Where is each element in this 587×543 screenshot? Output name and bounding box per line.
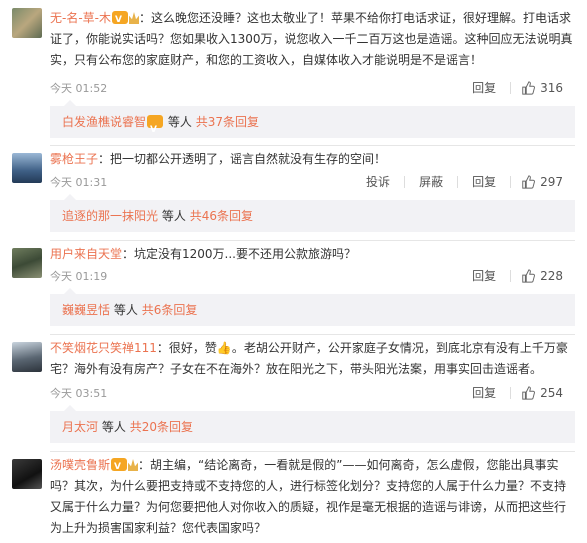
block-button[interactable]: 屏蔽 (419, 173, 443, 191)
comment-actions: 回复 228 (458, 267, 563, 285)
comment-text-block: 用户来自天堂：坑定没有1200万...要不还用公款旅游吗？ (50, 244, 575, 265)
comment-meta: 今天 01:19 回复 228 (50, 267, 575, 285)
comment-time: 今天 01:31 (50, 176, 108, 189)
reply-suffix: 等人 (101, 420, 126, 434)
reply-count-link[interactable]: 共20条回复 (130, 420, 193, 434)
report-button[interactable]: 投诉 (366, 173, 390, 191)
comment-meta: 今天 01:31 投诉 屏蔽 回复 297 (50, 173, 575, 191)
like-count: 316 (540, 81, 563, 95)
avatar[interactable] (12, 248, 42, 278)
reply-username[interactable]: 月太河 (62, 420, 98, 434)
reply-button[interactable]: 回复 (472, 384, 496, 402)
like-count: 297 (540, 175, 563, 189)
reply-count-link[interactable]: 共37条回复 (196, 115, 259, 129)
divider (404, 176, 406, 188)
thumbs-up-icon (522, 386, 536, 400)
avatar[interactable] (12, 153, 42, 183)
like-button[interactable]: 316 (521, 79, 563, 97)
divider (50, 240, 575, 241)
comment-username[interactable]: 汤噗壳鲁斯 (50, 458, 110, 472)
comment-meta: 今天 03:51 回复 254 (50, 384, 575, 402)
reply-summary[interactable]: 月太河 等人 共20条回复 (50, 405, 575, 443)
avatar[interactable] (12, 459, 42, 489)
verified-badge-icon (147, 114, 164, 146)
comment-username[interactable]: 不笑烟花只笑禅111 (50, 341, 157, 355)
avatar[interactable] (12, 342, 42, 372)
reply-count-link[interactable]: 共46条回复 (190, 209, 253, 223)
crown-icon (129, 12, 139, 24)
divider (510, 82, 512, 94)
divider (50, 334, 575, 335)
reply-summary[interactable]: 白发渔樵说睿智 等人 共37条回复 (50, 100, 575, 146)
comment-username[interactable]: 无-名-草-木 (50, 11, 111, 25)
reply-count-link[interactable]: 共6条回复 (142, 303, 198, 317)
verified-badge-icon (111, 457, 128, 478)
divider (50, 451, 575, 452)
like-count: 228 (540, 269, 563, 283)
reply-suffix: 等人 (113, 303, 138, 317)
divider (457, 176, 459, 188)
divider (510, 270, 512, 282)
divider (510, 387, 512, 399)
like-button[interactable]: 297 (521, 173, 563, 191)
reply-username[interactable]: 巍巍昱恬 (62, 303, 110, 317)
thumbs-up-icon (522, 269, 536, 283)
comment-time: 今天 03:51 (50, 387, 108, 400)
comment-text-block: 雾枪王子：把一切都公开透明了，谣言自然就没有生存的空间！ (50, 149, 575, 170)
comment-actions: 回复 316 (458, 79, 563, 97)
avatar[interactable] (12, 8, 42, 38)
crown-icon (128, 459, 139, 471)
reply-suffix: 等人 (161, 209, 186, 223)
comment-body: ：这么晚您还没睡？这也太敬业了！苹果不给你打电话求证，很好理解。打电话求证了，你… (50, 11, 573, 67)
reply-button[interactable]: 回复 (472, 173, 496, 191)
divider (510, 176, 512, 188)
comment-actions: 回复 254 (458, 384, 563, 402)
comment-body: ：坑定没有1200万...要不还用公款旅游吗？ (122, 247, 356, 261)
comment-text-block: 无-名-草-木：这么晚您还没睡？这也太敬业了！苹果不给你打电话求证，很好理解。打… (50, 8, 575, 71)
comment-time: 今天 01:52 (50, 82, 108, 95)
comment-time: 今天 01:19 (50, 270, 108, 283)
divider (50, 145, 575, 146)
thumbs-up-icon (522, 175, 536, 189)
verified-badge-icon (112, 10, 128, 31)
thumbs-up-icon (522, 81, 536, 95)
comment-body: ：胡主编，“结论离奇，一看就是假的”——如何离奇，怎么虚假，您能出具事实吗？其次… (50, 458, 567, 535)
comment-actions: 投诉 屏蔽 回复 297 (352, 173, 563, 191)
like-count: 254 (540, 386, 563, 400)
reply-username[interactable]: 追逐的那一抹阳光 (62, 209, 158, 223)
reply-button[interactable]: 回复 (472, 267, 496, 285)
comment-text-block: 不笑烟花只笑禅111：很好，赞👍。老胡公开财产，公开家庭子女情况，到底北京有没有… (50, 338, 575, 380)
comment-body: ：把一切都公开透明了，谣言自然就没有生存的空间！ (98, 152, 387, 166)
reply-button[interactable]: 回复 (472, 79, 496, 97)
reply-username[interactable]: 白发渔樵说睿智 (62, 115, 146, 129)
comment-text-block: 汤噗壳鲁斯：胡主编，“结论离奇，一看就是假的”——如何离奇，怎么虚假，您能出具事… (50, 455, 575, 539)
comment-meta: 今天 01:52 回复 316 (50, 79, 575, 97)
reply-summary[interactable]: 巍巍昱恬 等人 共6条回复 (50, 288, 575, 326)
like-button[interactable]: 254 (521, 384, 563, 402)
comment-username[interactable]: 雾枪王子 (50, 152, 98, 166)
like-button[interactable]: 228 (521, 267, 563, 285)
comment-username[interactable]: 用户来自天堂 (50, 247, 122, 261)
reply-suffix: 等人 (167, 115, 192, 129)
reply-summary[interactable]: 追逐的那一抹阳光 等人 共46条回复 (50, 194, 575, 232)
